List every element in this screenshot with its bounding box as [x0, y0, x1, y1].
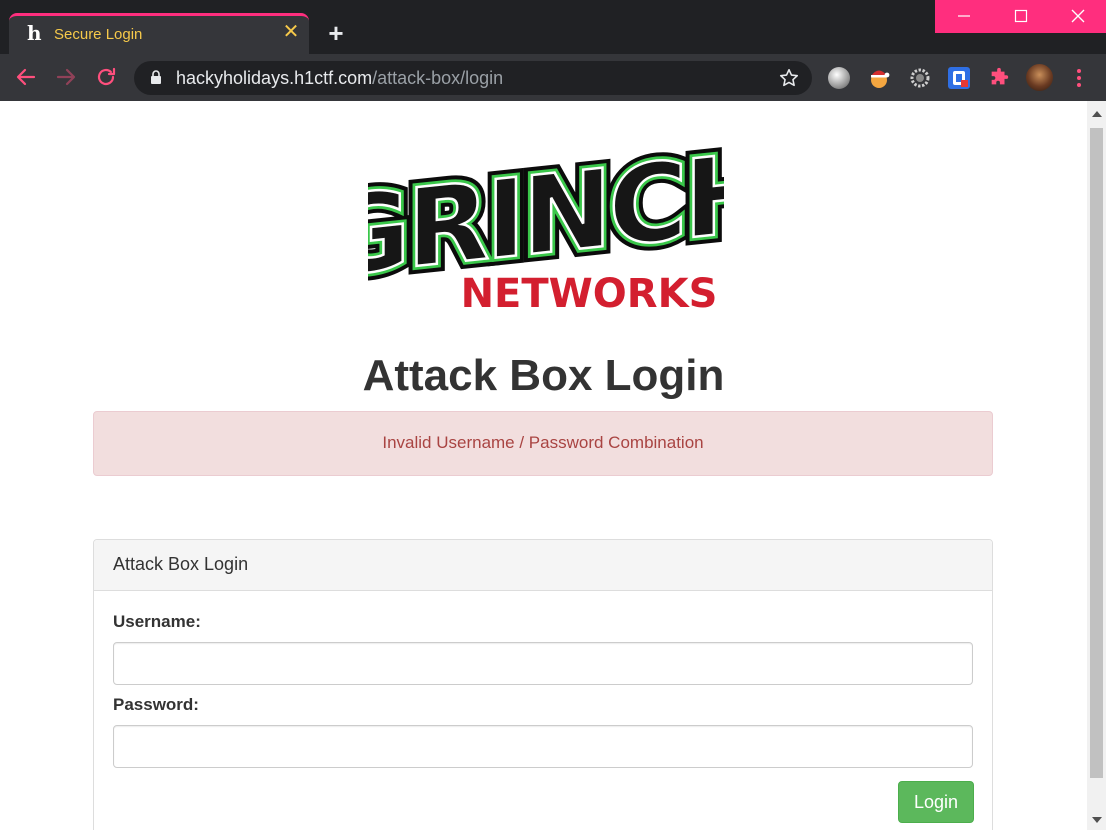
scroll-up-arrow-icon[interactable]	[1092, 111, 1102, 117]
svg-text:NETWORKS: NETWORKS	[461, 271, 718, 313]
password-label: Password:	[113, 695, 199, 714]
extensions-puzzle-icon[interactable]	[988, 67, 1010, 89]
panel-title: Attack Box Login	[94, 540, 992, 591]
scroll-down-arrow-icon[interactable]	[1092, 817, 1102, 823]
extension-santa-icon[interactable]	[868, 67, 890, 89]
minimize-icon	[957, 15, 970, 17]
url-path: /attack-box/login	[372, 68, 504, 88]
scrollbar-thumb[interactable]	[1090, 128, 1103, 778]
menu-dots-icon[interactable]	[1071, 66, 1087, 90]
browser-toolbar: hackyholidays.h1ctf.com/attack-box/login	[0, 54, 1106, 101]
forward-icon[interactable]	[54, 65, 78, 89]
close-icon	[1071, 9, 1084, 23]
url-text: hackyholidays.h1ctf.com/attack-box/login	[176, 68, 503, 89]
tab-strip: h Secure Login ✕ +	[0, 0, 1106, 54]
login-button[interactable]: Login	[898, 781, 974, 823]
extension-gear-icon[interactable]	[909, 67, 931, 89]
extension-globe-icon[interactable]	[828, 67, 850, 89]
scrollbar[interactable]	[1087, 101, 1106, 830]
close-tab-icon[interactable]: ✕	[281, 22, 301, 42]
url-host: hackyholidays.h1ctf.com	[176, 68, 373, 88]
star-icon[interactable]	[778, 67, 800, 89]
browser-tab[interactable]: h Secure Login ✕	[9, 13, 309, 54]
maximize-button[interactable]	[992, 0, 1049, 33]
username-input[interactable]	[113, 642, 973, 685]
back-icon[interactable]	[14, 65, 38, 89]
password-input[interactable]	[113, 725, 973, 768]
maximize-icon	[1014, 9, 1027, 23]
close-window-button[interactable]	[1049, 0, 1106, 33]
hackerone-favicon-icon: h	[27, 21, 42, 45]
tab-title: Secure Login	[54, 26, 143, 43]
address-bar[interactable]: hackyholidays.h1ctf.com/attack-box/login	[134, 61, 812, 95]
extension-shield-icon[interactable]	[948, 67, 970, 89]
page-content: GRINCH GRINCH GRINCH NETWORKS Attack Box…	[0, 101, 1087, 830]
lock-icon[interactable]	[150, 70, 162, 85]
reload-icon[interactable]	[94, 65, 118, 89]
minimize-button[interactable]	[935, 0, 992, 33]
login-panel: Attack Box Login Username: Password: Log…	[93, 539, 993, 830]
username-label: Username:	[113, 612, 201, 631]
page-title: Attack Box Login	[362, 351, 725, 400]
profile-avatar[interactable]	[1026, 64, 1053, 91]
grinch-networks-logo: GRINCH GRINCH GRINCH NETWORKS	[368, 131, 724, 313]
error-alert: Invalid Username / Password Combination	[93, 411, 993, 476]
new-tab-button[interactable]: +	[322, 20, 350, 48]
